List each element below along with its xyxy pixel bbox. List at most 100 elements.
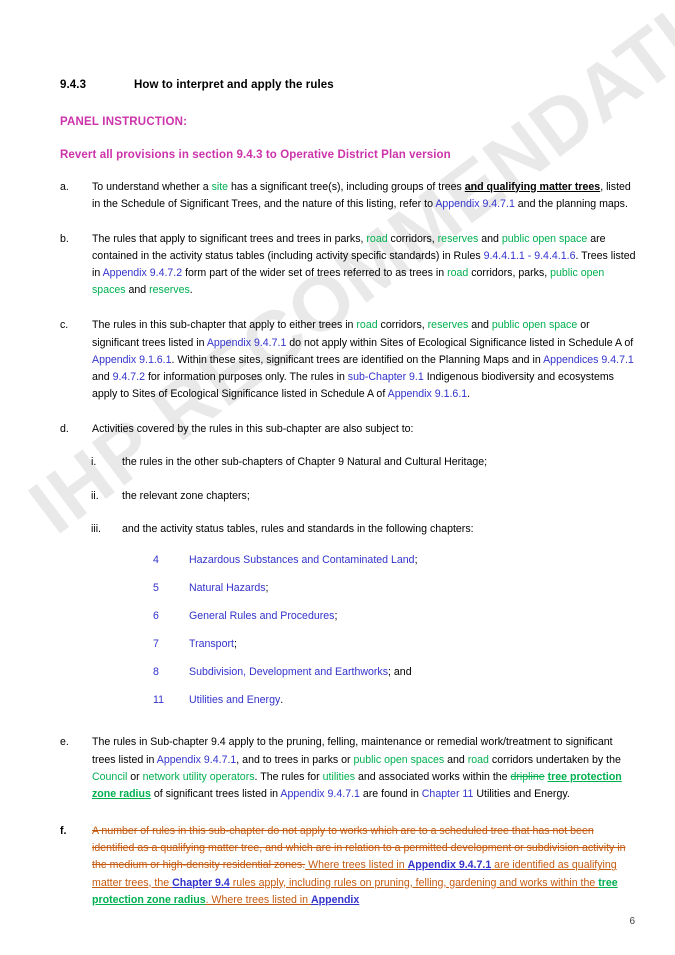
term-network-utility-operators: network utility operators [142, 770, 255, 783]
chapter-suffix: . [280, 693, 284, 706]
chapter-suffix: ; [334, 609, 338, 622]
clause-e-body: The rules in Sub-chapter 9.4 apply to th… [92, 734, 639, 803]
clause-d-iii: iii. and the activity status tables, rul… [91, 521, 639, 538]
list-item[interactable]: 7 Transport; [153, 636, 639, 653]
ref-appendix-9-1-6-1-b[interactable]: Appendix 9.1.6.1 [388, 388, 468, 400]
clause-a: a. To understand whether a site has a si… [60, 179, 639, 213]
list-item[interactable]: 4 Hazardous Substances and Contaminated L… [153, 552, 639, 569]
page-content: 9.4.3 How to interpret and apply the rule… [0, 0, 675, 909]
clause-e-t7: corridors undertaken by the [488, 753, 621, 766]
list-item[interactable]: 6 General Rules and Procedures; [153, 608, 639, 625]
clause-a-t1: To understand whether a [92, 180, 212, 193]
clause-b-body: The rules that apply to significant tree… [92, 231, 639, 300]
ref-appendix-9-1-6-1[interactable]: Appendix 9.1.6.1 [92, 354, 172, 366]
clause-f-body: A number of rules in this sub-chapter do… [92, 823, 639, 909]
list-item[interactable]: 8 Subdivision, Development and Earthworks… [153, 664, 639, 681]
clause-d-marker: d. [60, 423, 69, 436]
clause-a-body: To understand whether a site has a signi… [92, 179, 639, 213]
page-title: 9.4.3 How to interpret and apply the rule… [60, 78, 639, 94]
clause-d-ii-marker: ii. [91, 489, 99, 502]
clause-e-t21: Utilities and Energy. [473, 787, 570, 800]
clause-e: e. The rules in Sub-chapter 9.4 apply to… [60, 734, 639, 803]
chapter-title[interactable]: Natural Hazards [189, 580, 266, 597]
clause-c-t1: The rules in this sub-chapter that apply… [92, 319, 357, 332]
inserted-f-t6: rules apply, including rules on pruning,… [229, 876, 599, 889]
chapter-title[interactable]: Hazardous Substances and Contaminated La… [189, 552, 415, 569]
clause-b-t5: and [478, 232, 502, 245]
term-public-open-spaces-2: public open spaces [353, 753, 445, 766]
clause-d-body: Activities covered by the rules in this … [92, 423, 414, 436]
clause-d-i: i. the rules in the other sub-chapters o… [91, 454, 639, 471]
ref-appendix-9-4-7-2[interactable]: Appendix 9.4.7.2 [103, 267, 183, 279]
chapter-number: 5 [153, 581, 159, 594]
clause-e-t3: , and to trees in parks or [236, 753, 354, 766]
chapter-suffix: ; [265, 581, 269, 594]
ref-rules-range[interactable]: 9.4.4.1.1 - 9.4.4.1.6 [484, 250, 576, 262]
clause-d-ii-body: the relevant zone chapters; [122, 489, 250, 502]
clause-b-t17: . [189, 284, 193, 297]
inserted-f-t2: Where trees listed in [305, 859, 408, 872]
clause-d-iii-body: and the activity status tables, rules an… [122, 522, 474, 535]
clause-e-t19: are found in [359, 787, 422, 800]
document-page: IHP RECOMMENDATIONS 9.4.3 How to interpre… [0, 0, 675, 955]
clause-d-i-body: the rules in the other sub-chapters of C… [122, 456, 488, 469]
clause-b-t15: and [125, 284, 150, 297]
chapter-number: 4 [153, 553, 159, 566]
ref-chapter-11[interactable]: Chapter 11 [422, 788, 474, 800]
clause-b: b. The rules that apply to significant t… [60, 231, 639, 300]
ref-appendix-9-4-7-1[interactable]: Appendix 9.4.7.1 [435, 198, 515, 210]
chapter-title[interactable]: Transport [189, 636, 234, 653]
clause-e-t9: or [127, 770, 143, 783]
ref-appendix-9-4-7-1-b[interactable]: Appendix 9.4.7.1 [207, 337, 287, 349]
term-road-4: road [467, 753, 489, 766]
clause-f: f. A number of rules in this sub-chapter… [60, 823, 639, 909]
ref-appendix-9-4-7-1-c[interactable]: Appendix 9.4.7.1 [157, 754, 237, 766]
ref-appendix-9-4-7-1-d[interactable]: Appendix 9.4.7.1 [280, 788, 360, 800]
clause-f-marker: f. [60, 825, 67, 838]
clause-c-t11: . Within these sites, significant trees … [171, 353, 544, 366]
clause-d: d. Activities covered by the rules in th… [60, 421, 639, 438]
panel-instruction-label: PANEL INSTRUCTION: [60, 115, 188, 128]
clause-e-t11: . The rules for [254, 770, 323, 783]
ref-appendices-9-4-7-1[interactable]: Appendices 9.4.7.1 [543, 354, 634, 366]
ref-appendix-9-4-7-1-e[interactable]: Appendix 9.4.7.1 [408, 859, 492, 871]
term-public-open-space: public open space [501, 232, 588, 245]
term-reserves-2: reserves [149, 284, 190, 297]
clause-c-t15: for information purposes only. The rules… [145, 370, 348, 383]
chapter-title[interactable]: General Rules and Procedures [189, 608, 334, 625]
term-road-2: road [447, 267, 469, 280]
clause-a-t3: has a significant tree(s), including gro… [228, 180, 465, 193]
chapter-list: 4 Hazardous Substances and Contaminated L… [153, 552, 639, 709]
clause-c-t13: and [92, 370, 113, 383]
clause-b-t13: corridors, parks, [468, 267, 551, 280]
term-road: road [366, 232, 388, 245]
ref-sub-chapter-9-1[interactable]: sub-Chapter 9.1 [348, 371, 424, 383]
panel-instruction-text: Revert all provisions in section 9.4.3 t… [60, 148, 451, 161]
term-site: site [211, 180, 229, 193]
section-number: 9.4.3 [60, 79, 87, 91]
term-road-3: road [356, 319, 378, 332]
term-utilities: utilities [322, 770, 356, 783]
term-public-open-space-2: public open space [491, 319, 578, 332]
section-title: How to interpret and apply the rules [134, 79, 334, 91]
list-item[interactable]: 5 Natural Hazards; [153, 580, 639, 597]
clause-d-ii: ii. the relevant zone chapters; [91, 488, 639, 505]
clause-b-t1: The rules that apply to significant tree… [92, 232, 367, 245]
chapter-suffix: ; [414, 553, 418, 566]
clause-b-marker: b. [60, 232, 69, 245]
inserted-qualifying-matter-trees: and qualifying matter trees [464, 180, 601, 193]
inserted-f-t8: . Where trees listed in [205, 893, 311, 906]
ref-appendix-truncated[interactable]: Appendix [311, 894, 359, 906]
chapter-title[interactable]: Subdivision, Development and Earthworks [189, 664, 388, 681]
chapter-number: 6 [153, 609, 159, 622]
clause-e-t5: and [444, 753, 468, 766]
chapter-number: 8 [153, 665, 159, 678]
chapter-title[interactable]: Utilities and Energy [189, 692, 280, 709]
list-item[interactable]: 11 Utilities and Energy. [153, 692, 639, 709]
clause-e-t13: and associated works within the [355, 770, 511, 783]
clause-c-t3: corridors, [377, 319, 428, 332]
clause-c-t5: and [468, 319, 492, 332]
ref-chapter-9-4[interactable]: Chapter 9.4 [172, 877, 230, 889]
ref-9-4-7-2[interactable]: 9.4.7.2 [113, 371, 145, 383]
page-number: 6 [629, 916, 635, 927]
